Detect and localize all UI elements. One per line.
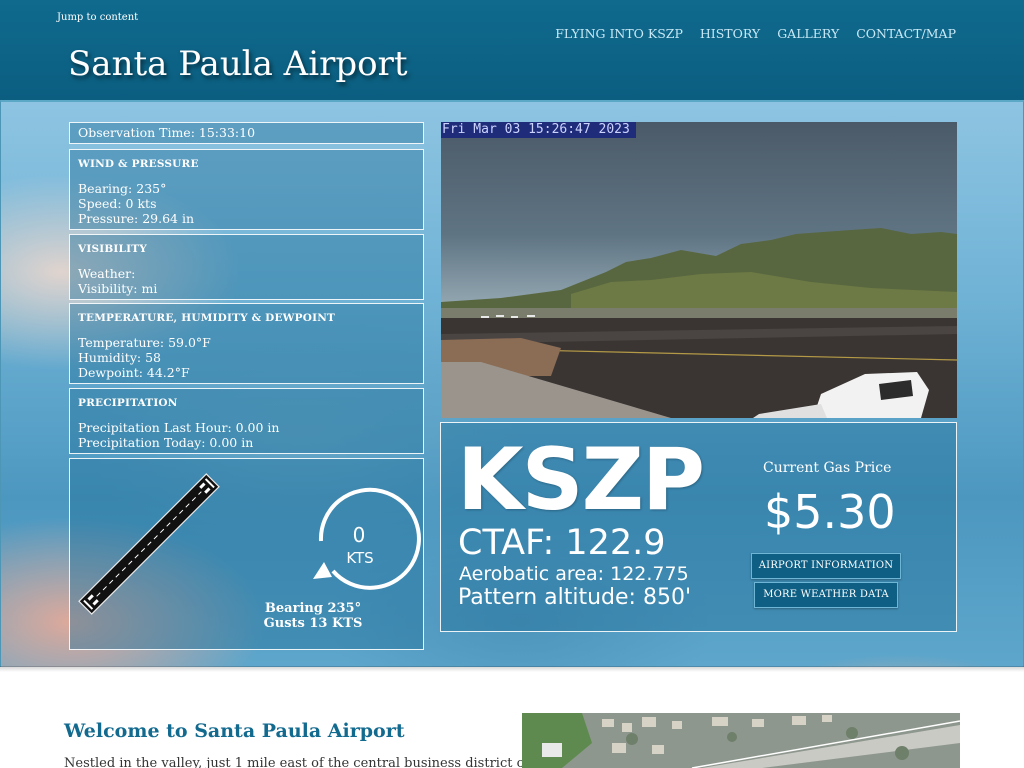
welcome-paragraph: Nestled in the valley, just 1 mile east … (64, 756, 530, 768)
precipitation-panel: PRECIPITATION Precipitation Last Hour: 0… (69, 388, 424, 454)
wind-speed-text: Speed: 0 kts (78, 196, 157, 211)
main-nav: FLYING INTO KSZP HISTORY GALLERY CONTACT… (555, 26, 956, 41)
hero-shadow (0, 666, 1024, 672)
gas-price-value: $5.30 (764, 485, 896, 539)
observation-time-value: 15:33:10 (198, 125, 256, 140)
wind-bearing-label: Bearing 235° (264, 601, 362, 616)
webcam-scene (441, 228, 957, 418)
precipitation-today-text: Precipitation Today: 0.00 in (78, 435, 254, 450)
aerial-photo (522, 713, 960, 768)
wind-gusts-label: Gusts 13 KTS (263, 616, 363, 631)
site-title[interactable]: Santa Paula Airport (68, 44, 408, 84)
pressure-text: Pressure: 29.64 in (78, 211, 195, 226)
wind-speed-unit: KTS (346, 549, 374, 567)
webcam-timestamp: Fri Mar 03 15:26:47 2023 (441, 122, 636, 138)
gas-price-label: Current Gas Price (763, 460, 892, 476)
wind-direction-dial (313, 487, 421, 590)
visibility-panel: VISIBILITY Weather: Visibility: mi (69, 234, 424, 300)
dewpoint-text: Dewpoint: 44.2°F (78, 365, 190, 380)
airport-code: KSZP (457, 430, 705, 530)
wind-pressure-title: WIND & PRESSURE (78, 158, 199, 170)
wind-speed-value: 0 (352, 523, 366, 547)
ctaf-frequency: CTAF: 122.9 (458, 523, 666, 563)
airport-webcam-image: Fri Mar 03 15:26:47 2023 (441, 122, 957, 418)
observation-time-label: Observation Time: (78, 125, 199, 140)
nav-contact-map[interactable]: CONTACT/MAP (856, 26, 956, 41)
airport-info-panel: KSZP CTAF: 122.9 Aerobatic area: 122.775… (440, 422, 957, 632)
nav-flying-into-kszp[interactable]: FLYING INTO KSZP (555, 26, 683, 41)
airport-information-button[interactable]: AIRPORT INFORMATION (751, 553, 901, 579)
aerial-photo-scene (522, 713, 960, 768)
wind-display-panel: 0 KTS Bearing 235° Gusts 13 KTS (69, 458, 424, 650)
site-header: Jump to content Santa Paula Airport FLYI… (0, 0, 1024, 100)
wind-pressure-panel: WIND & PRESSURE Bearing: 235° Speed: 0 k… (69, 149, 424, 230)
more-weather-data-button[interactable]: MORE WEATHER DATA (754, 582, 898, 608)
temperature-title: TEMPERATURE, HUMIDITY & DEWPOINT (78, 312, 336, 324)
skip-to-content-link[interactable]: Jump to content (57, 12, 138, 23)
wind-bearing-text: Bearing: 235° (78, 181, 167, 196)
weather-text: Weather: (78, 266, 136, 281)
visibility-text: Visibility: mi (78, 281, 158, 296)
precipitation-last-hour-text: Precipitation Last Hour: 0.00 in (78, 420, 280, 435)
precipitation-title: PRECIPITATION (78, 397, 178, 409)
visibility-title: VISIBILITY (78, 243, 147, 255)
nav-gallery[interactable]: GALLERY (777, 26, 839, 41)
welcome-heading: Welcome to Santa Paula Airport (64, 720, 405, 742)
pattern-altitude: Pattern altitude: 850' (458, 585, 691, 610)
humidity-text: Humidity: 58 (78, 350, 161, 365)
weather-hero: Observation Time: 15:33:10 WIND & PRESSU… (0, 100, 1024, 667)
observation-time-panel: Observation Time: 15:33:10 (69, 122, 424, 144)
aerobatic-area-frequency: Aerobatic area: 122.775 (459, 563, 689, 585)
temperature-text: Temperature: 59.0°F (78, 335, 211, 350)
nav-history[interactable]: HISTORY (700, 26, 760, 41)
temperature-panel: TEMPERATURE, HUMIDITY & DEWPOINT Tempera… (69, 303, 424, 384)
